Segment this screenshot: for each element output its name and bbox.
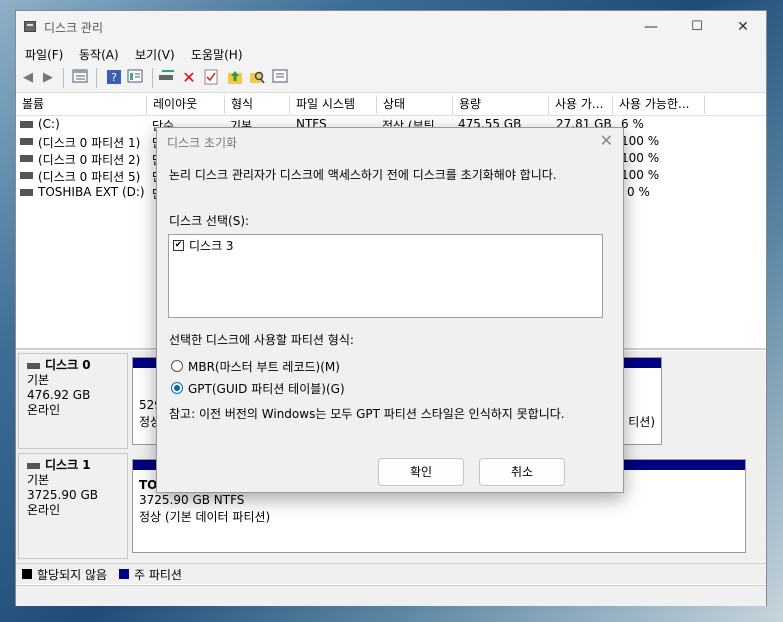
legend-primary: 주 파티션 <box>134 568 182 582</box>
row-volume: (디스크 0 파티션 1) <box>38 136 141 150</box>
column-filesystem[interactable]: 파일 시스템 <box>290 95 377 114</box>
row-percent-free: 6 % <box>621 117 644 131</box>
dialog-close-icon[interactable]: ✕ <box>600 131 613 150</box>
row-volume: (C:) <box>38 117 60 131</box>
column-free-space[interactable]: 사용 가... <box>549 95 613 114</box>
volume-icon <box>20 189 33 196</box>
help-icon[interactable]: ? <box>105 69 123 86</box>
disk-checkbox[interactable]: ✔ <box>173 240 184 251</box>
disk-type: 기본 <box>27 473 50 487</box>
menu-bar: 파일(F) 동작(A) 보기(V) 도움말(H) <box>16 43 766 63</box>
disk-state: 온라인 <box>27 403 61 417</box>
toolbar-separator <box>152 68 153 88</box>
minimize-button[interactable]: — <box>628 11 674 43</box>
connect-drive-icon[interactable] <box>158 69 176 86</box>
menu-file[interactable]: 파일(F) <box>25 46 63 63</box>
column-capacity[interactable]: 용량 <box>453 95 549 114</box>
volume-icon <box>20 172 33 179</box>
disk-size: 3725.90 GB <box>27 488 98 502</box>
partition-state-tail: 티션) <box>628 415 655 429</box>
folder-up-icon[interactable] <box>226 69 244 86</box>
toolbar: ◀ ▶ ? ✕ <box>16 63 766 93</box>
back-icon[interactable]: ◀ <box>19 69 37 86</box>
disk-item-label: 디스크 3 <box>189 239 234 253</box>
disk-management-icon <box>24 21 36 32</box>
disk-size: 476.92 GB <box>27 388 91 402</box>
compatibility-note: 참고: 이전 버전의 Windows는 모두 GPT 파티션 스타일은 인식하지… <box>169 407 565 421</box>
disk-type: 기본 <box>27 373 50 387</box>
settings-list-icon[interactable] <box>271 69 289 86</box>
partition-size: 3725.90 GB NTFS <box>139 493 245 507</box>
column-layout[interactable]: 레이아웃 <box>147 95 225 114</box>
checklist-icon[interactable] <box>202 69 220 86</box>
partition-state: 정상 (기본 데이터 파티션) <box>139 510 271 524</box>
row-volume: (디스크 0 파티션 5) <box>38 170 141 184</box>
row-percent-free: 0 % <box>627 185 650 199</box>
dialog-title: 디스크 초기화 <box>167 136 238 150</box>
mbr-radio[interactable] <box>171 360 183 372</box>
forward-icon[interactable]: ▶ <box>39 69 57 86</box>
disk-icon <box>27 362 40 369</box>
list-item[interactable]: ✔ 디스크 3 <box>169 235 602 255</box>
volume-icon <box>20 121 33 128</box>
toolbar-separator <box>96 68 97 88</box>
svg-text:?: ? <box>111 71 117 84</box>
initialize-disk-dialog: 디스크 초기화 ✕ 논리 디스크 관리자가 디스크에 액세스하기 전에 디스크를… <box>156 127 624 493</box>
unallocated-swatch <box>22 569 32 579</box>
menu-action[interactable]: 동작(A) <box>79 46 119 63</box>
row-volume: (디스크 0 파티션 2) <box>38 153 141 167</box>
maximize-button[interactable]: ☐ <box>674 11 720 43</box>
menu-help[interactable]: 도움말(H) <box>191 46 243 63</box>
primary-swatch <box>119 569 129 579</box>
disk-state: 온라인 <box>27 503 61 517</box>
partition-style-label: 선택한 디스크에 사용할 파티션 형식: <box>169 333 354 347</box>
cancel-button[interactable]: 취소 <box>479 458 565 486</box>
legend: 할당되지 않음 주 파티션 <box>16 563 766 584</box>
volume-icon <box>20 155 33 162</box>
volume-icon <box>20 138 33 145</box>
disk-0-info[interactable]: 디스크 0 기본 476.92 GB 온라인 <box>18 353 128 449</box>
ok-button[interactable]: 확인 <box>378 458 464 486</box>
toolbar-separator <box>63 68 64 88</box>
gpt-label[interactable]: GPT(GUID 파티션 테이블)(G) <box>188 380 345 397</box>
column-status[interactable]: 상태 <box>377 95 453 114</box>
column-percent-free[interactable]: 사용 가능한... <box>613 95 705 114</box>
volume-list-header: 볼륨 레이아웃 형식 파일 시스템 상태 용량 사용 가... 사용 가능한..… <box>16 95 766 116</box>
disk-name: 디스크 0 <box>45 358 91 372</box>
console-tree-icon[interactable] <box>71 69 89 86</box>
row-volume: TOSHIBA EXT (D:) <box>38 185 145 199</box>
dialog-message: 논리 디스크 관리자가 디스크에 액세스하기 전에 디스크를 초기화해야 합니다… <box>169 168 557 182</box>
row-percent-free: 100 % <box>621 134 660 148</box>
window-title: 디스크 관리 <box>44 21 104 35</box>
row-percent-free: 100 % <box>621 151 660 165</box>
select-disk-label: 디스크 선택(S): <box>169 214 250 228</box>
delete-icon[interactable]: ✕ <box>180 69 198 86</box>
disk-name: 디스크 1 <box>45 458 91 472</box>
close-button[interactable]: ✕ <box>720 11 766 43</box>
disk-1-info[interactable]: 디스크 1 기본 3725.90 GB 온라인 <box>18 453 128 559</box>
disk-select-list[interactable]: ✔ 디스크 3 <box>168 234 603 318</box>
mbr-label[interactable]: MBR(마스터 부트 레코드)(M) <box>188 358 340 375</box>
column-volume[interactable]: 볼륨 <box>16 95 147 114</box>
column-type[interactable]: 형식 <box>225 95 290 114</box>
legend-unallocated: 할당되지 않음 <box>37 568 108 582</box>
graph-scrollbar[interactable] <box>753 353 765 563</box>
properties-list-icon[interactable] <box>126 69 144 86</box>
row-percent-free: 100 % <box>621 168 660 182</box>
title-bar: 디스크 관리 — ☐ ✕ <box>16 11 766 43</box>
status-bar <box>16 585 766 606</box>
disk-icon <box>27 462 40 469</box>
menu-view[interactable]: 보기(V) <box>135 46 175 63</box>
gpt-radio[interactable] <box>171 382 183 394</box>
search-folder-icon[interactable] <box>248 69 266 86</box>
